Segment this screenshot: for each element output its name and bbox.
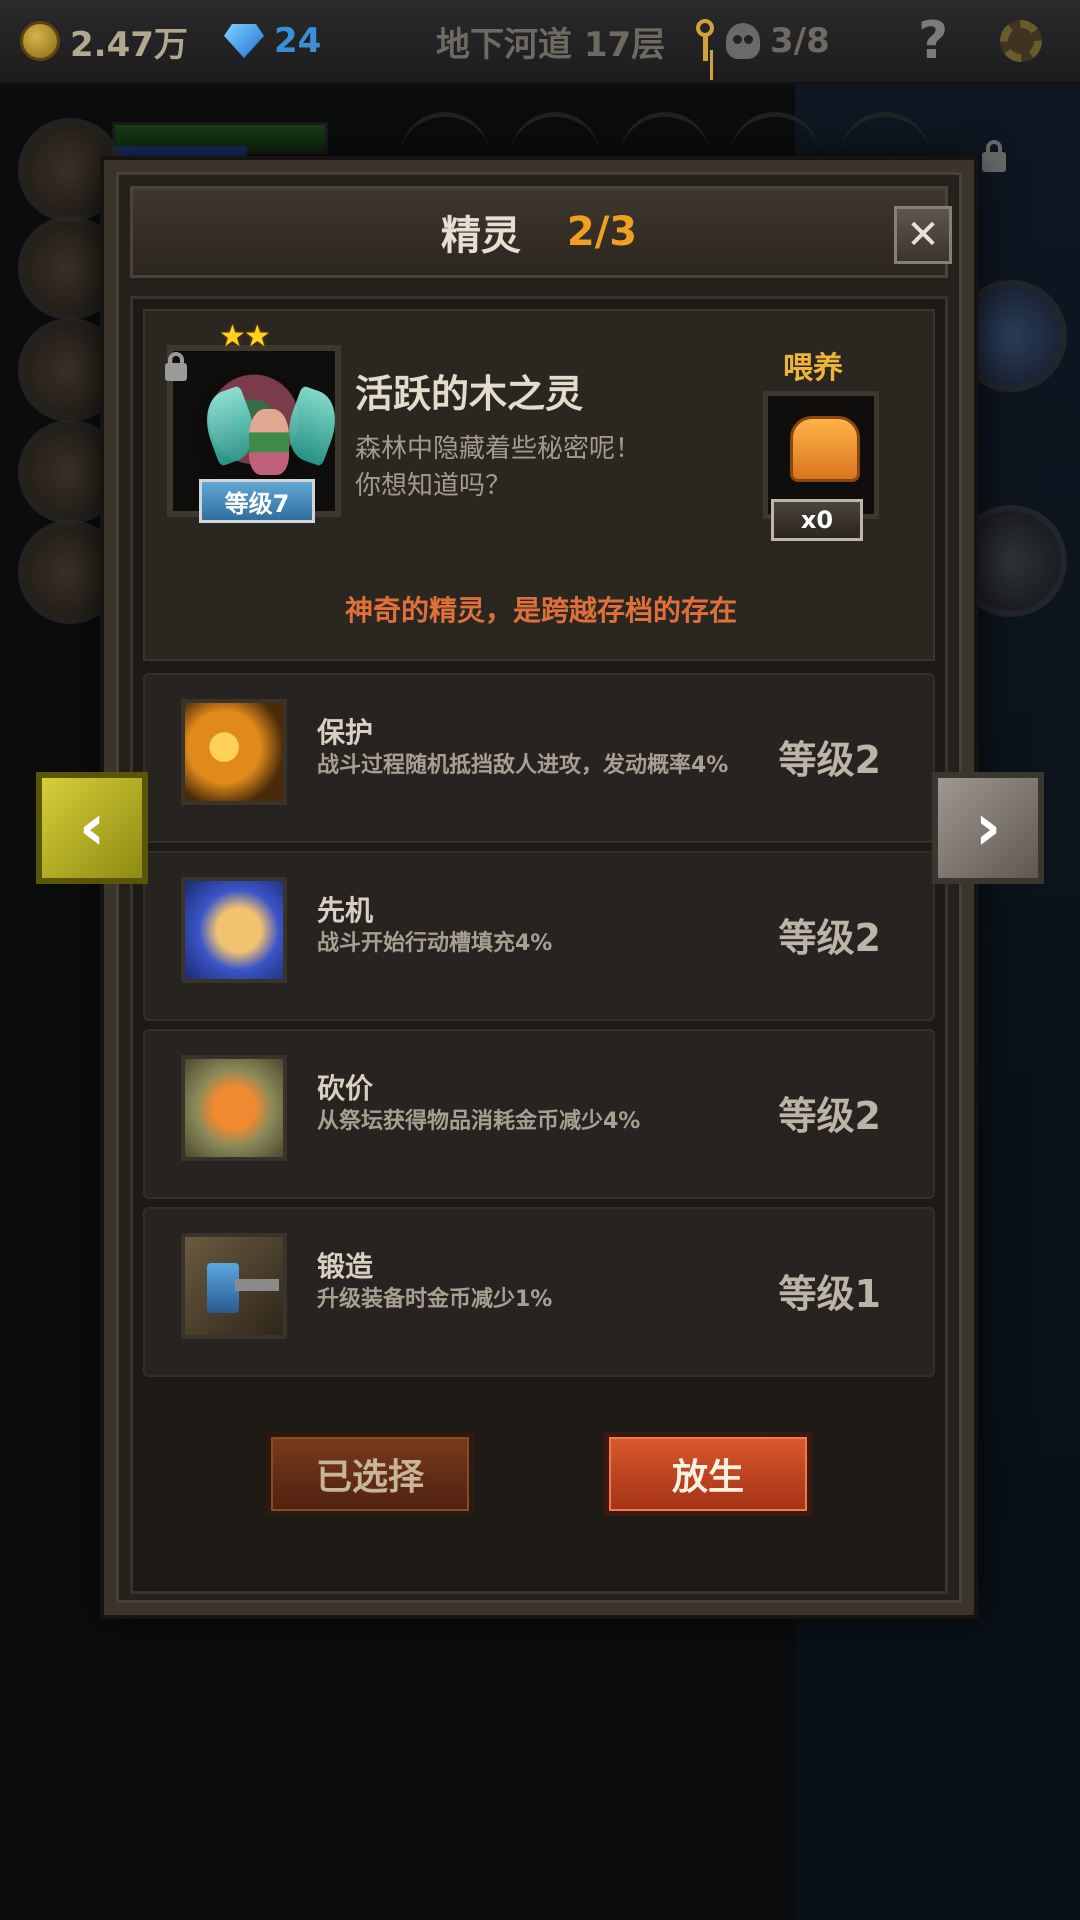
feed-label: 喂养 bbox=[783, 351, 843, 386]
skill-level: 等级2 bbox=[778, 1094, 881, 1138]
fairy-body bbox=[249, 409, 289, 475]
prev-spirit-button[interactable]: ‹ bbox=[36, 772, 148, 884]
key-indicator: 3/8 bbox=[694, 0, 830, 82]
skull-icon bbox=[726, 23, 760, 59]
modal-header: 精灵 2/3 bbox=[130, 186, 948, 278]
bread-icon bbox=[790, 416, 860, 482]
kill-count: 3/8 bbox=[770, 21, 830, 61]
spirit-image bbox=[191, 369, 346, 495]
gem-icon bbox=[224, 24, 264, 58]
gold-amount: 2.47万 bbox=[70, 24, 188, 65]
help-button[interactable]: ? bbox=[918, 0, 948, 82]
spirit-level-badge: 等级7 bbox=[199, 479, 315, 523]
selected-button[interactable]: 已选择 bbox=[266, 1432, 474, 1516]
chevron-right-icon: › bbox=[974, 791, 1002, 865]
gem-amount: 24 bbox=[274, 21, 322, 61]
coin-icon bbox=[20, 21, 60, 61]
close-icon: ✕ bbox=[906, 212, 940, 258]
spirit-name: 活跃的木之灵 bbox=[355, 372, 584, 416]
feed-count: x0 bbox=[771, 499, 863, 541]
skill-row[interactable]: 锻造 升级装备时金币减少1% 等级1 bbox=[143, 1207, 935, 1377]
spirit-modal: 精灵 2/3 ✕ ★★ 等级7 活跃的木之灵 森林中隐藏着些秘密呢！ 你想知道吗… bbox=[104, 160, 974, 1615]
settings-button[interactable] bbox=[1000, 0, 1042, 82]
skill-level: 等级1 bbox=[778, 1272, 881, 1316]
skill-row[interactable]: 先机 战斗开始行动槽填充4% 等级2 bbox=[143, 851, 935, 1021]
skill-description: 升级装备时金币减少1% bbox=[317, 1287, 553, 1312]
key-icon bbox=[694, 19, 716, 63]
skill-description: 战斗开始行动槽填充4% bbox=[317, 931, 553, 956]
skill-row[interactable]: 保护 战斗过程随机抵挡敌人进攻，发动概率4% 等级2 bbox=[143, 673, 935, 843]
lock-icon[interactable] bbox=[165, 352, 187, 381]
modal-body: ★★ 等级7 活跃的木之灵 森林中隐藏着些秘密呢！ 你想知道吗？ 喂养 x0 神… bbox=[130, 296, 948, 1594]
gem-counter: 24 bbox=[224, 0, 321, 82]
modal-title: 精灵 bbox=[440, 213, 521, 259]
location-label: 地下河道 17层 bbox=[436, 24, 666, 65]
skill-description: 从祭坛获得物品消耗金币减少4% bbox=[317, 1109, 641, 1134]
hammer-icon bbox=[181, 1233, 287, 1339]
leopard-icon bbox=[181, 877, 287, 983]
skill-name: 锻造 bbox=[317, 1250, 374, 1283]
star-rating: ★★ bbox=[219, 319, 271, 354]
skill-row[interactable]: 砍价 从祭坛获得物品消耗金币减少4% 等级2 bbox=[143, 1029, 935, 1199]
page-indicator: 2/3 bbox=[566, 209, 638, 255]
spirit-note: 神奇的精灵，是跨越存档的存在 bbox=[344, 594, 737, 627]
gold-counter: 2.47万 bbox=[20, 0, 188, 82]
skill-name: 先机 bbox=[317, 894, 374, 927]
next-spirit-button[interactable]: › bbox=[932, 772, 1044, 884]
protect-icon bbox=[181, 699, 287, 805]
skill-name: 保护 bbox=[317, 716, 374, 749]
close-button[interactable]: ✕ bbox=[894, 206, 952, 264]
skill-level: 等级2 bbox=[778, 738, 881, 782]
release-button[interactable]: 放生 bbox=[604, 1432, 812, 1516]
top-status-bar: 2.47万 24 地下河道 17层 3/8 ? bbox=[0, 0, 1080, 85]
hero-mp-bar bbox=[112, 146, 247, 158]
skill-name: 砍价 bbox=[317, 1072, 374, 1105]
skill-level: 等级2 bbox=[778, 916, 881, 960]
skill-description: 战斗过程随机抵挡敌人进攻，发动概率4% bbox=[317, 753, 729, 778]
help-icon: ? bbox=[918, 11, 949, 71]
lock-icon bbox=[982, 140, 1006, 172]
coin-stack-icon bbox=[181, 1055, 287, 1161]
chevron-left-icon: ‹ bbox=[78, 791, 106, 865]
gear-icon bbox=[1000, 20, 1042, 62]
spirit-info-panel: ★★ 等级7 活跃的木之灵 森林中隐藏着些秘密呢！ 你想知道吗？ 喂养 x0 神… bbox=[143, 309, 935, 661]
spirit-description: 森林中隐藏着些秘密呢！ 你想知道吗？ bbox=[355, 434, 642, 501]
